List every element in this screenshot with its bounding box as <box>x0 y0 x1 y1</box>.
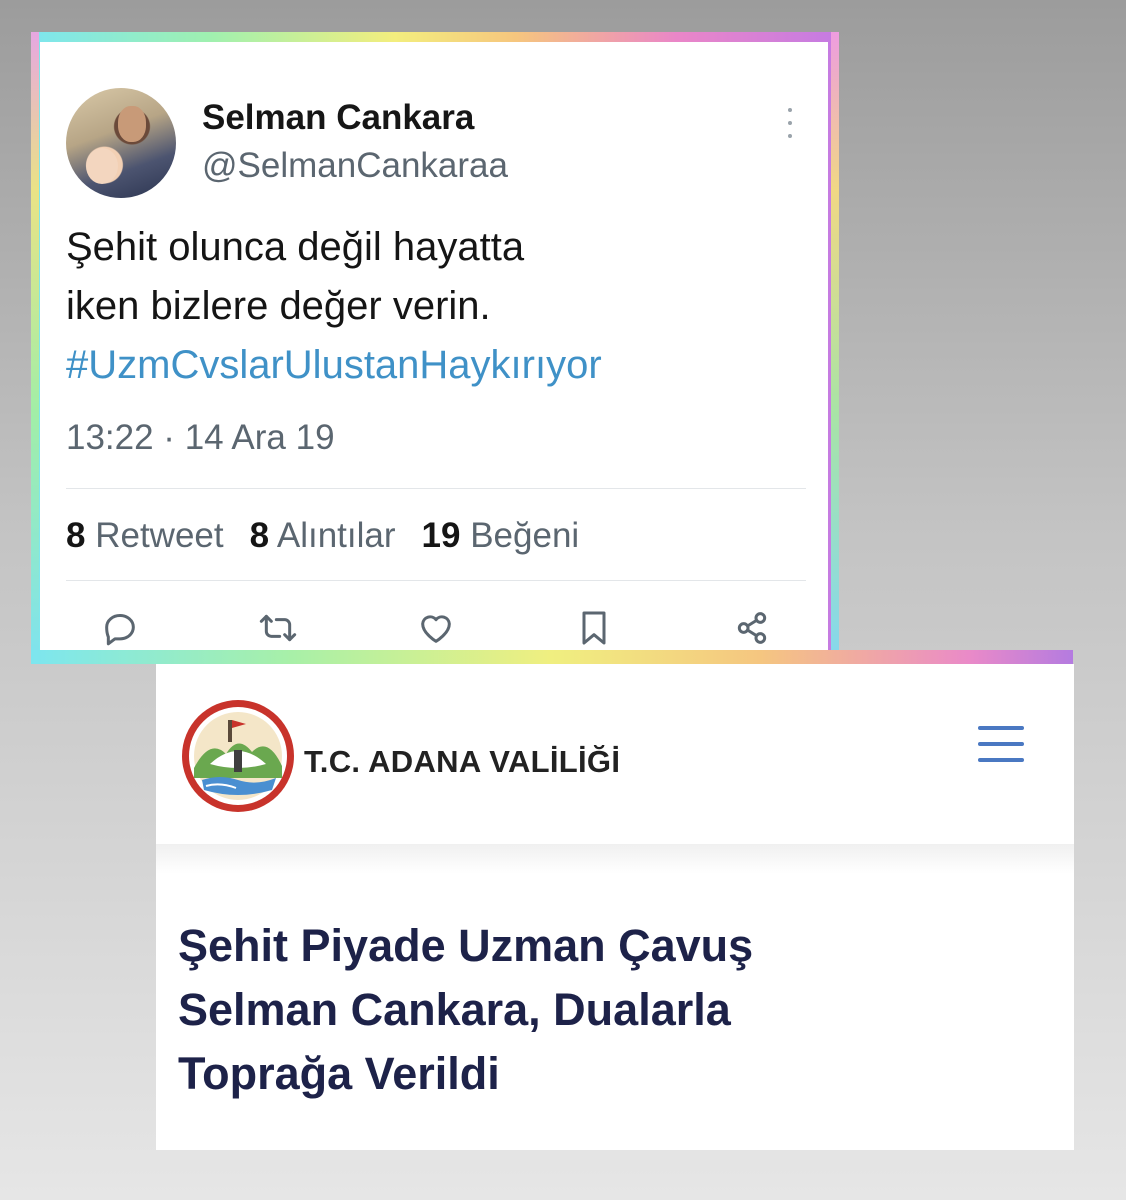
adana-governorate-seal-icon[interactable] <box>180 698 296 814</box>
rainbow-strip <box>31 650 1073 664</box>
divider <box>66 580 806 581</box>
tweet-timestamp[interactable]: 13:22 · 14 Ara 19 <box>66 418 335 458</box>
user-name[interactable]: Selman Cankara <box>202 98 474 138</box>
header-shadow <box>156 844 1074 874</box>
tweet-actions <box>40 608 828 654</box>
headline-line: Toprağa Verildi <box>178 1048 500 1099</box>
quote-stat[interactable]: 8 Alıntılar <box>250 516 396 555</box>
like-stat[interactable]: 19 Beğeni <box>422 516 580 555</box>
divider <box>66 488 806 489</box>
hamburger-menu-icon[interactable] <box>978 726 1024 762</box>
more-options-icon[interactable] <box>786 108 794 138</box>
site-header: T.C. ADANA VALİLİĞİ <box>156 664 1074 850</box>
hashtag-link[interactable]: #UzmCvslarUlustanHaykırıyor <box>66 336 806 395</box>
reply-icon[interactable] <box>100 608 140 648</box>
retweet-label: Retweet <box>95 516 224 555</box>
user-handle[interactable]: @SelmanCankaraa <box>202 146 508 186</box>
bookmark-icon[interactable] <box>574 608 614 648</box>
quote-count: 8 <box>249 516 270 555</box>
retweet-count: 8 <box>66 516 86 555</box>
tweet-stats: 8 Retweet 8 Alıntılar 19 Beğeni <box>66 516 605 556</box>
headline-line: Şehit Piyade Uzman Çavuş <box>178 920 754 971</box>
like-label: Beğeni <box>470 516 580 555</box>
tweet-text: Şehit olunca değil hayatta iken bizlere … <box>66 218 806 395</box>
share-icon[interactable] <box>732 608 772 648</box>
retweet-stat[interactable]: 8 Retweet <box>66 516 224 555</box>
tweet-text-line: iken bizlere değer verin. <box>66 284 491 328</box>
site-title[interactable]: T.C. ADANA VALİLİĞİ <box>304 744 620 780</box>
quote-label: Alıntılar <box>276 516 396 555</box>
like-count: 19 <box>421 516 461 555</box>
avatar[interactable] <box>66 88 176 198</box>
retweet-icon[interactable] <box>258 608 298 648</box>
news-headline: Şehit Piyade Uzman Çavuş Selman Cankara,… <box>178 914 1038 1106</box>
tweet-card: Selman Cankara @SelmanCankaraa Şehit olu… <box>40 42 828 654</box>
governorate-card: T.C. ADANA VALİLİĞİ Şehit Piyade Uzman Ç… <box>156 664 1074 1150</box>
tweet-text-line: Şehit olunca değil hayatta <box>66 225 525 269</box>
headline-line: Selman Cankara, Dualarla <box>178 984 731 1035</box>
like-icon[interactable] <box>416 608 456 648</box>
